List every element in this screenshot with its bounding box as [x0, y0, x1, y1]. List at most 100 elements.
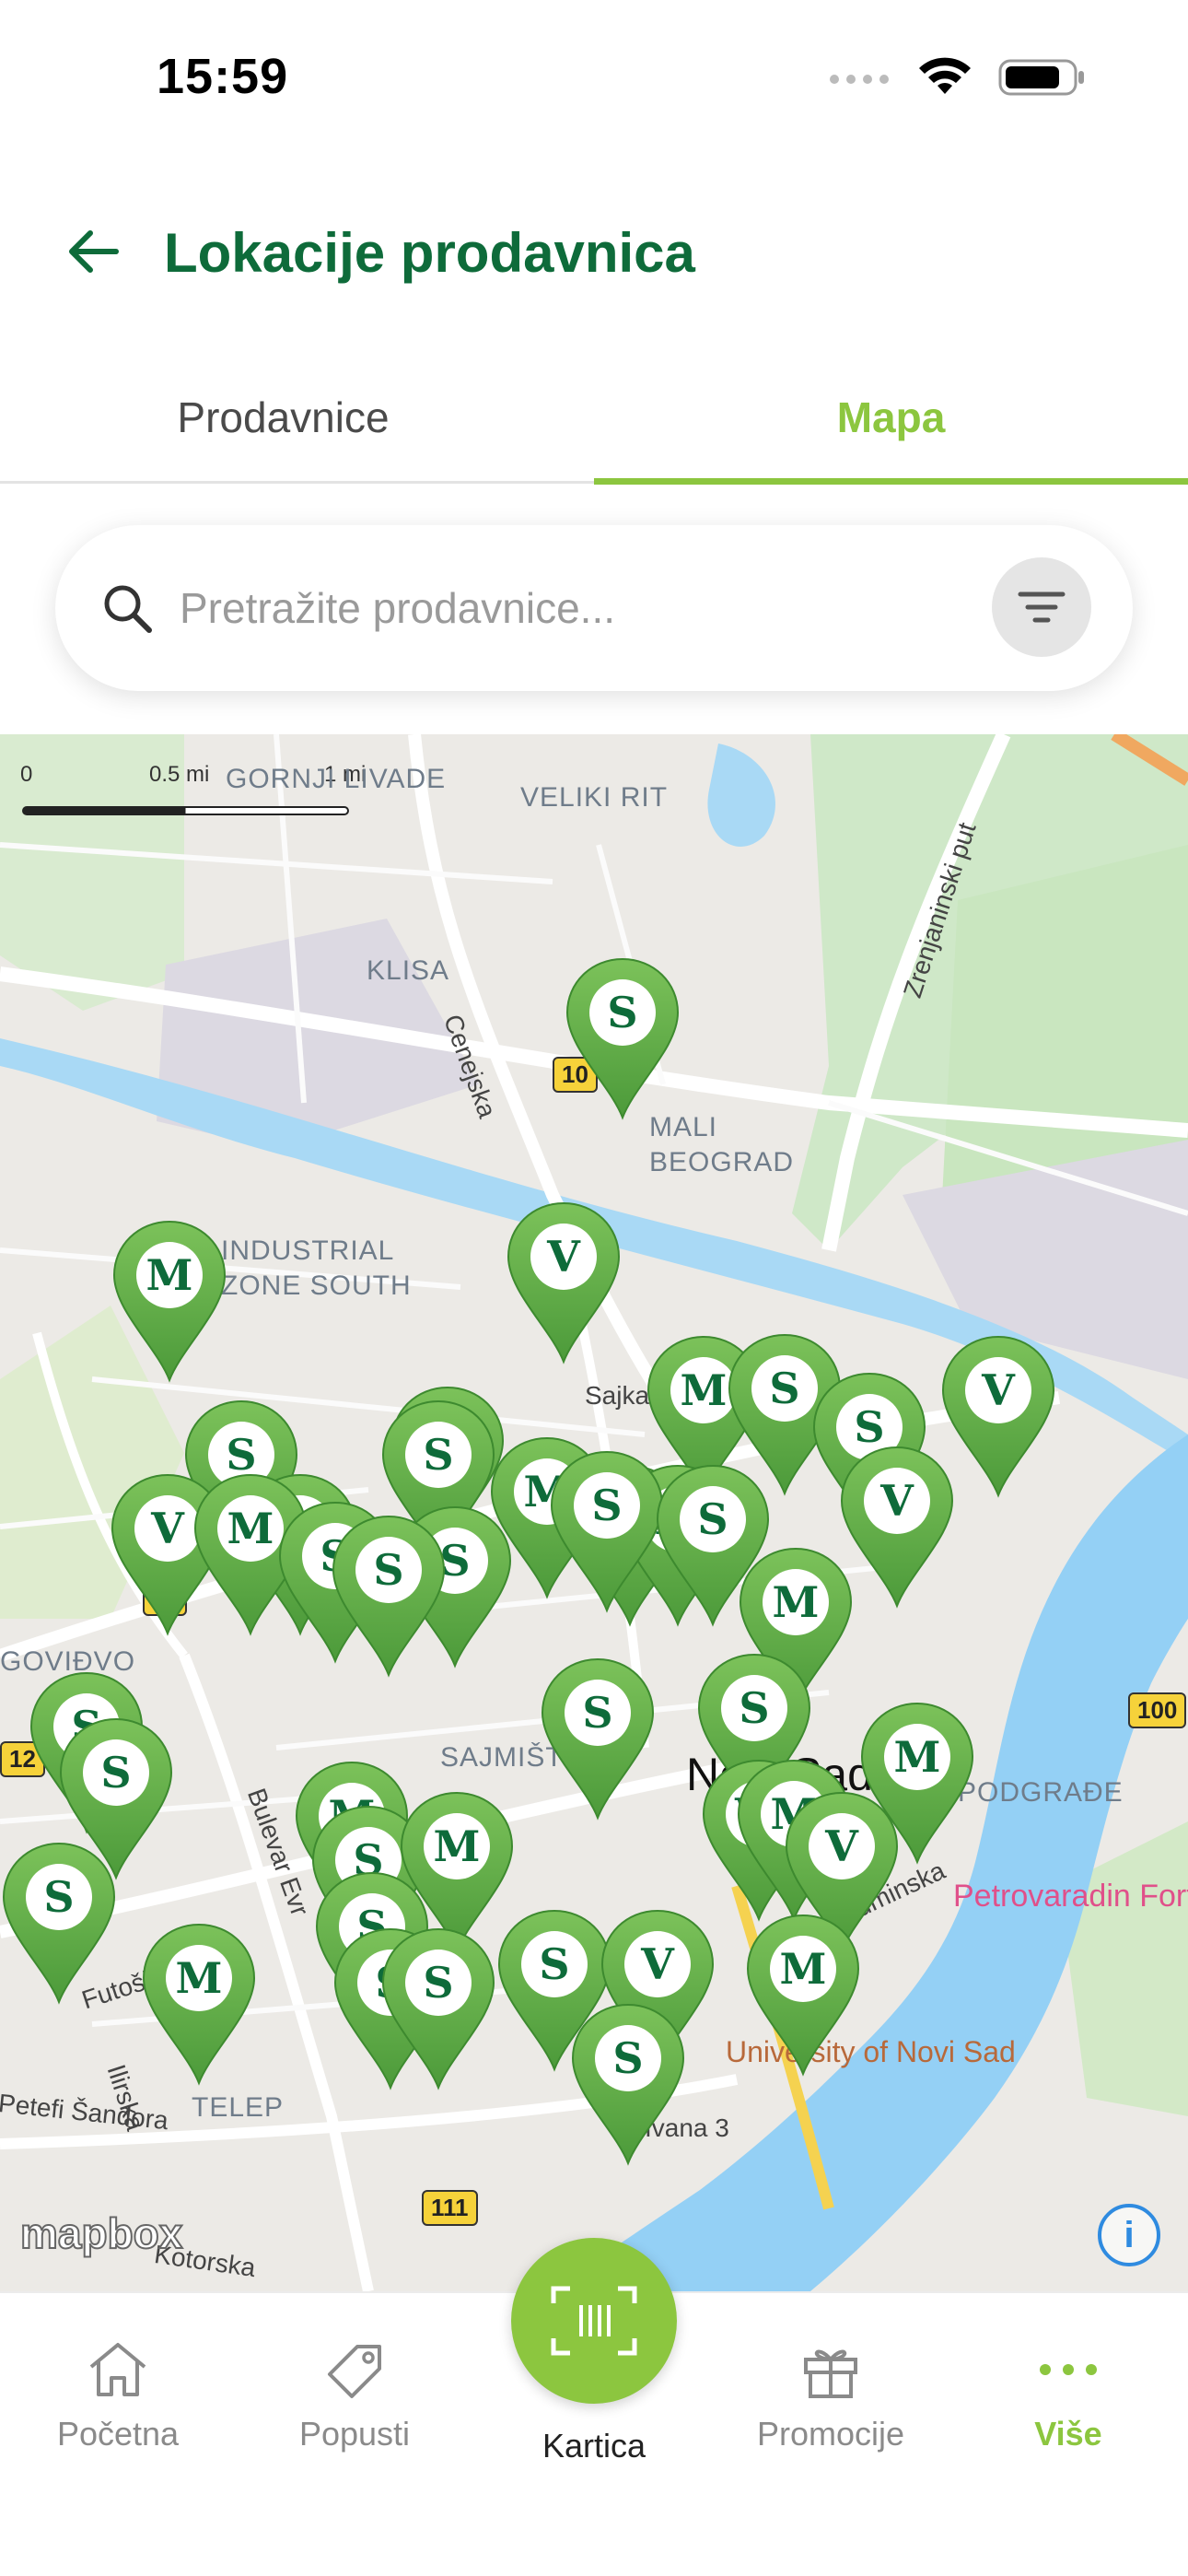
store-marker[interactable]: M [111, 1218, 228, 1384]
status-time: 15:59 [157, 49, 289, 104]
svg-text:S: S [739, 1683, 769, 1733]
area-label: KLISA [367, 955, 450, 986]
svg-text:S: S [582, 1688, 612, 1738]
active-tab-indicator [594, 478, 1188, 485]
nav-label-discounts: Popusti [298, 2415, 411, 2453]
store-marker[interactable]: S [379, 1926, 497, 2091]
store-marker[interactable]: S [330, 1513, 448, 1679]
area-label: TELEP [192, 2092, 285, 2123]
store-marker[interactable]: S [564, 955, 681, 1121]
svg-text:M: M [773, 1577, 820, 1627]
map-pin-icon: S [571, 2003, 685, 2166]
nav-item-promotions[interactable]: Promocije [720, 2339, 941, 2453]
page-title: Lokacije prodavnica [164, 222, 695, 284]
store-marker[interactable]: S [569, 2001, 687, 2167]
svg-text:M: M [227, 1504, 274, 1553]
store-marker[interactable]: S [539, 1656, 657, 1821]
svg-text:S: S [539, 1939, 569, 1989]
svg-text:V: V [981, 1365, 1016, 1415]
store-map[interactable]: 0 0.5 mi 1 mi GORNJI LIVADE VELIKI RIT K… [0, 734, 1188, 2291]
search-input[interactable] [180, 567, 1008, 650]
map-pin-icon: S [2, 1842, 116, 2005]
area-label: GORNJI LIVADE [226, 764, 447, 794]
map-info-button[interactable]: i [1098, 2204, 1160, 2266]
store-marker[interactable]: S [0, 1840, 118, 2006]
map-pin-icon: S [550, 1450, 664, 1613]
svg-text:S: S [769, 1364, 799, 1413]
svg-text:S: S [373, 1545, 403, 1595]
map-pin-icon: S [332, 1515, 446, 1678]
svg-text:M: M [146, 1250, 193, 1300]
map-pin-icon: V [840, 1446, 954, 1609]
nav-item-more[interactable]: Više [958, 2339, 1179, 2453]
nav-item-home[interactable]: Početna [7, 2339, 228, 2453]
search-bar [55, 525, 1133, 691]
filter-icon [1018, 591, 1066, 623]
fortress-label: Petrovaradin Fortress [953, 1879, 1188, 1914]
scale-bar [22, 806, 349, 815]
svg-text:M: M [434, 1821, 481, 1871]
tab-stores-label: Prodavnice [177, 392, 390, 441]
map-pin-icon: S [565, 957, 680, 1120]
svg-text:S: S [100, 1748, 131, 1797]
map-pin-icon: V [941, 1335, 1055, 1498]
area-label: PODGRAĐE [958, 1777, 1124, 1808]
scan-card-icon [551, 2286, 637, 2356]
svg-text:V: V [546, 1232, 581, 1282]
tab-map-label: Mapa [836, 392, 946, 441]
store-marker[interactable]: V [838, 1444, 956, 1610]
bottom-nav: Početna Popusti Kartica Promocije Više [0, 2238, 1188, 2576]
card-scan-button[interactable] [511, 2238, 677, 2404]
battery-icon [998, 59, 1084, 96]
nav-label-card: Kartica [542, 2427, 646, 2465]
wifi-icon [919, 57, 971, 94]
map-pin-icon: M [746, 1914, 860, 2077]
nav-label-promotions: Promocije [756, 2415, 905, 2453]
signal-icon [830, 75, 889, 84]
store-marker[interactable]: M [140, 1921, 258, 2087]
map-pin-icon: S [381, 1927, 495, 2090]
svg-text:S: S [612, 2033, 643, 2083]
scale-half: 0.5 mi [149, 762, 210, 787]
svg-text:S: S [697, 1494, 728, 1544]
mapbox-attribution[interactable]: mapbox [19, 2208, 183, 2258]
status-icons [827, 57, 1087, 98]
store-marker[interactable]: S [548, 1448, 666, 1614]
map-pin-icon: V [507, 1201, 621, 1364]
tag-icon [328, 2345, 381, 2398]
tab-stores[interactable]: Prodavnice [0, 350, 594, 484]
nav-label-home: Početna [56, 2415, 180, 2453]
svg-text:M: M [176, 1953, 223, 2003]
filter-button[interactable] [992, 557, 1091, 657]
svg-text:M: M [681, 1365, 728, 1415]
store-marker[interactable]: M [744, 1912, 862, 2078]
svg-text:V: V [879, 1476, 914, 1526]
svg-text:S: S [43, 1872, 74, 1922]
svg-text:V: V [640, 1939, 675, 1989]
gift-icon [804, 2349, 857, 2398]
nav-item-card[interactable]: Kartica [483, 2427, 705, 2465]
svg-text:S: S [423, 1958, 453, 2008]
map-pin-icon: M [112, 1220, 227, 1383]
store-marker[interactable]: V [939, 1333, 1057, 1499]
scale-zero: 0 [20, 762, 33, 787]
road-number: 100 [1128, 1692, 1187, 1728]
tab-map[interactable]: Mapa [594, 350, 1188, 484]
app-screen: 15:59 Lokacije prodavnica Prodavnice Map… [0, 0, 1188, 2576]
area-label: INDUSTRIAL ZONE SOUTH [221, 1235, 412, 1301]
nav-item-discounts[interactable]: Popusti [244, 2339, 465, 2453]
more-dots-icon [1040, 2364, 1097, 2375]
home-icon [89, 2343, 146, 2396]
store-marker[interactable]: V [505, 1200, 623, 1365]
svg-text:V: V [150, 1504, 185, 1553]
street-label: Sajka [585, 1381, 650, 1410]
svg-text:M: M [894, 1732, 941, 1782]
map-pin-icon: S [541, 1657, 655, 1821]
search-icon [104, 585, 152, 633]
area-label: VELIKI RIT [520, 782, 669, 813]
svg-text:M: M [780, 1944, 827, 1994]
nav-label-more: Više [1034, 2415, 1102, 2453]
svg-text:V: V [824, 1821, 859, 1871]
back-button[interactable] [55, 219, 129, 284]
map-pin-icon: M [142, 1923, 256, 2086]
